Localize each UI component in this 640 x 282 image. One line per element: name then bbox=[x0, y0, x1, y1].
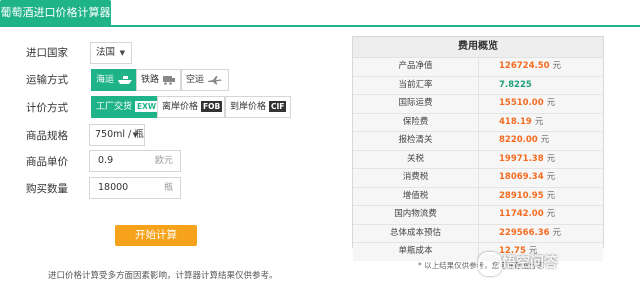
summary-title: 费用概览 bbox=[353, 37, 603, 58]
quantity-input[interactable]: 18000 瓶 bbox=[89, 177, 181, 199]
chevron-down-icon: ▼ bbox=[132, 131, 138, 139]
unit-price-input[interactable]: 0.9 欧元 bbox=[89, 150, 181, 172]
watermark: 悟空问答 bbox=[502, 255, 558, 271]
quantity-label: 购买数量 bbox=[26, 183, 68, 195]
pricing-exw-tag: EXW bbox=[135, 101, 159, 112]
quantity-value: 18000 bbox=[98, 182, 129, 193]
cost-summary-table: 费用概览 产品净值 126724.50 元 当前汇率 7.8225 国际运费 15… bbox=[352, 36, 604, 261]
row-unit: 元 bbox=[546, 190, 556, 201]
watermark-logo-icon bbox=[478, 252, 502, 276]
row-label: 保险费 bbox=[353, 113, 479, 131]
row-value: 18069.34 bbox=[499, 172, 544, 182]
transport-option-air[interactable]: 空运 bbox=[181, 69, 229, 91]
row-label: 报检清关 bbox=[353, 132, 479, 150]
row-unit: 元 bbox=[540, 135, 550, 145]
calculate-button[interactable]: 开始计算 bbox=[115, 225, 197, 246]
plane-icon bbox=[207, 75, 222, 84]
chevron-down-icon: ▼ bbox=[119, 49, 125, 57]
row-label: 消费税 bbox=[353, 169, 479, 187]
row-label: 国际运费 bbox=[353, 95, 479, 113]
table-row: 总体成本预估 229566.36 元 bbox=[353, 224, 603, 243]
row-label: 增值税 bbox=[353, 187, 479, 205]
table-row: 保险费 418.19 元 bbox=[353, 113, 603, 132]
row-label: 国内物流费 bbox=[353, 206, 479, 224]
row-value: 418.19 bbox=[499, 116, 532, 127]
row-unit: 元 bbox=[552, 227, 562, 238]
pricing-exw-label: 工厂交货 bbox=[96, 102, 133, 112]
tab-wine-calculator[interactable]: 葡萄酒进口价格计算器 bbox=[0, 0, 111, 25]
ship-icon bbox=[117, 75, 132, 84]
table-row: 报检清关 8220.00 元 bbox=[353, 132, 603, 151]
unit-price-label: 商品单价 bbox=[26, 156, 68, 168]
table-row: 增值税 28910.95 元 bbox=[353, 187, 603, 206]
transport-rail-label: 铁路 bbox=[141, 75, 160, 85]
row-label: 关税 bbox=[353, 150, 479, 168]
train-icon bbox=[162, 76, 175, 85]
row-label: 产品净值 bbox=[353, 58, 479, 76]
row-unit: 元 bbox=[552, 61, 562, 71]
table-row: 关税 19971.38 元 bbox=[353, 150, 603, 169]
row-unit: 元 bbox=[546, 98, 556, 108]
pricing-option-fob[interactable]: 离岸价格 FOB bbox=[157, 96, 225, 118]
row-unit: 元 bbox=[546, 153, 556, 164]
row-unit: 元 bbox=[546, 172, 556, 182]
pricing-option-cif[interactable]: 到岸价格 CIF bbox=[225, 96, 291, 118]
row-value: 11742.00 bbox=[499, 209, 544, 219]
transport-option-sea[interactable]: 海运 bbox=[91, 69, 136, 91]
row-value: 126724.50 bbox=[499, 61, 550, 71]
row-value: 15510.00 bbox=[499, 98, 544, 108]
transport-option-rail[interactable]: 铁路 bbox=[136, 69, 181, 91]
pricing-fob-tag: FOB bbox=[201, 101, 223, 112]
spec-select[interactable]: 750ml / 瓶 ▼ bbox=[89, 124, 145, 146]
row-label: 总体成本预估 bbox=[353, 224, 479, 242]
calculator-note: 进口价格计算受多方面因素影响，计算器计算结果仅供参考。 bbox=[48, 271, 278, 281]
row-value: 19971.38 bbox=[499, 153, 544, 164]
table-row: 国际运费 15510.00 元 bbox=[353, 95, 603, 114]
row-label: 单瓶成本 bbox=[353, 243, 479, 261]
row-value: 8220.00 bbox=[499, 135, 538, 145]
unit-price-value: 0.9 bbox=[98, 155, 114, 166]
row-value: 7.8225 bbox=[499, 79, 532, 90]
pricing-option-exw[interactable]: 工厂交货 EXW bbox=[91, 96, 159, 118]
pricing-label: 计价方式 bbox=[26, 102, 68, 114]
pricing-cif-tag: CIF bbox=[269, 101, 287, 112]
transport-air-label: 空运 bbox=[186, 75, 205, 85]
country-value: 法国 bbox=[96, 47, 116, 58]
table-row: 国内物流费 11742.00 元 bbox=[353, 206, 603, 225]
row-unit: 元 bbox=[546, 209, 556, 219]
transport-sea-label: 海运 bbox=[96, 75, 115, 85]
pricing-fob-label: 离岸价格 bbox=[162, 102, 199, 112]
row-value: 28910.95 bbox=[499, 190, 544, 201]
spec-label: 商品规格 bbox=[26, 130, 68, 142]
pricing-cif-label: 到岸价格 bbox=[230, 102, 267, 112]
tab-bar: 葡萄酒进口价格计算器 bbox=[0, 0, 640, 27]
quantity-unit: 瓶 bbox=[163, 183, 173, 193]
table-row: 当前汇率 7.8225 bbox=[353, 76, 603, 95]
country-label: 进口国家 bbox=[26, 47, 68, 59]
row-label: 当前汇率 bbox=[353, 76, 479, 94]
table-row: 产品净值 126724.50 元 bbox=[353, 58, 603, 77]
transport-label: 运输方式 bbox=[26, 74, 68, 86]
row-value: 229566.36 bbox=[499, 227, 550, 238]
table-row: 消费税 18069.34 元 bbox=[353, 169, 603, 188]
unit-price-unit: 欧元 bbox=[154, 156, 173, 166]
country-select[interactable]: 法国 ▼ bbox=[90, 42, 132, 64]
row-unit: 元 bbox=[534, 116, 544, 127]
